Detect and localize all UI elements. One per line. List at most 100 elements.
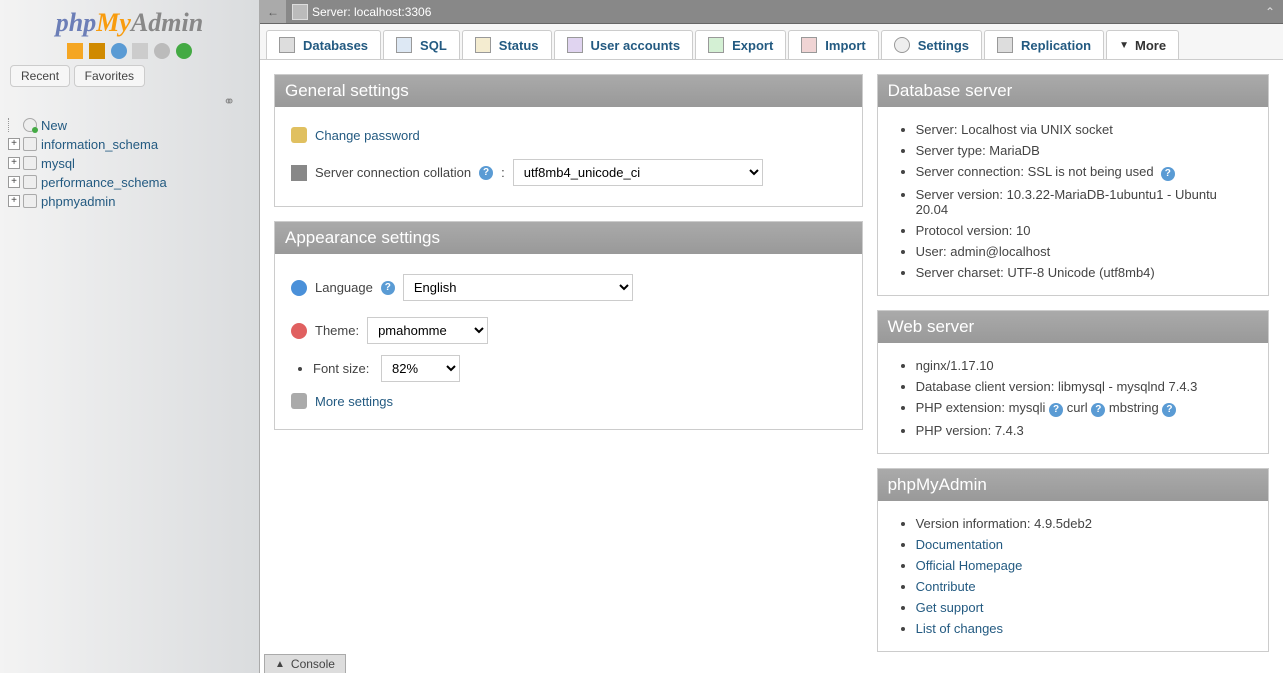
replication-icon [997,37,1013,53]
back-button[interactable]: ← [260,0,286,23]
panel-database-server: Database server Server: Localhost via UN… [877,74,1269,296]
sidebar-tabs: Recent Favorites [0,65,259,87]
database-icon [23,137,37,151]
logo[interactable]: phpMyAdmin [0,8,259,38]
support-link[interactable]: Get support [916,600,984,615]
more-settings-link[interactable]: More settings [315,394,393,409]
language-select[interactable]: English [403,274,633,301]
db-link[interactable]: mysql [41,156,75,171]
info-item: Database client version: libmysql - mysq… [916,376,1252,397]
help-icon[interactable]: ? [479,166,493,180]
wrench-icon [291,393,307,409]
new-link[interactable]: New [41,118,67,133]
database-icon [23,194,37,208]
help-icon[interactable]: ? [1161,167,1175,181]
breadcrumb-server[interactable]: Server: localhost:3306 [312,5,431,19]
key-icon [291,127,307,143]
change-password-link[interactable]: Change password [315,128,420,143]
chevron-up-icon: ▲ [275,659,285,670]
logo-php: php [56,8,96,37]
documentation-link[interactable]: Documentation [916,537,1003,552]
gear-icon [894,37,910,53]
info-item: Version information: 4.9.5deb2 [916,513,1252,534]
tab-import[interactable]: Import [788,30,878,59]
info-item: Server charset: UTF-8 Unicode (utf8mb4) [916,262,1252,283]
tree-item[interactable]: + mysql [6,154,259,173]
new-db-icon [23,118,37,132]
chevron-down-icon: ▼ [1119,40,1129,51]
panel-heading: Appearance settings [275,222,862,254]
info-item: PHP version: 7.4.3 [916,420,1252,441]
logo-admin: Admin [131,8,203,37]
help-icon[interactable]: ? [1162,403,1176,417]
panel-heading: General settings [275,75,862,107]
tab-export[interactable]: Export [695,30,786,59]
theme-select[interactable]: pmahomme [367,317,488,344]
panel-appearance-settings: Appearance settings Language ? English T… [274,221,863,430]
theme-icon [291,323,307,339]
panel-general-settings: General settings Change password Server … [274,74,863,207]
panel-heading: Web server [878,311,1268,343]
panel-heading: Database server [878,75,1268,107]
recent-tab[interactable]: Recent [10,65,70,87]
db-link[interactable]: information_schema [41,137,158,152]
tree-item[interactable]: + performance_schema [6,173,259,192]
link-icon[interactable]: ⚭ [223,93,235,109]
collation-select[interactable]: utf8mb4_unicode_ci [513,159,763,186]
tab-replication[interactable]: Replication [984,30,1104,59]
tab-sql[interactable]: SQL [383,30,460,59]
tab-status[interactable]: Status [462,30,552,59]
sidebar-iconbar [0,42,259,59]
main: ← Server: localhost:3306 ⌃ Databases SQL… [260,0,1283,673]
logout-icon[interactable] [89,43,105,59]
sql-icon [396,37,412,53]
collapse-icon[interactable]: ⌃ [1257,5,1283,19]
tab-settings[interactable]: Settings [881,30,982,59]
export-icon [708,37,724,53]
info-item: Server connection: SSL is not being used… [916,161,1252,184]
panel-phpmyadmin: phpMyAdmin Version information: 4.9.5deb… [877,468,1269,652]
content: General settings Change password Server … [260,60,1283,673]
collation-icon [291,165,307,181]
contribute-link[interactable]: Contribute [916,579,976,594]
tab-more[interactable]: ▼More [1106,30,1179,59]
changes-link[interactable]: List of changes [916,621,1003,636]
tree-item[interactable]: + information_schema [6,135,259,154]
home-icon[interactable] [67,43,83,59]
database-icon [23,156,37,170]
console-label: Console [291,657,335,671]
databases-icon [279,37,295,53]
help-icon[interactable] [111,43,127,59]
console-toggle[interactable]: ▲ Console [264,654,346,673]
db-tree: New + information_schema + mysql + perfo… [0,116,259,211]
collation-label: Server connection collation [315,165,471,180]
reload-icon[interactable] [176,43,192,59]
logo-my: My [96,8,131,37]
tree-new[interactable]: New [6,116,259,135]
info-item: PHP extension: mysqli ? curl ? mbstring … [916,397,1252,420]
fontsize-select[interactable]: 82% [381,355,460,382]
help-icon[interactable]: ? [1049,403,1063,417]
sidebar: phpMyAdmin Recent Favorites ⚭ New + info… [0,0,260,673]
database-icon [23,175,37,189]
tree-item[interactable]: + phpmyadmin [6,192,259,211]
db-link[interactable]: performance_schema [41,175,167,190]
info-item: nginx/1.17.10 [916,355,1252,376]
expand-icon[interactable]: + [8,157,20,169]
help-icon[interactable]: ? [1091,403,1105,417]
info-item: Server type: MariaDB [916,140,1252,161]
expand-icon[interactable]: + [8,138,20,150]
language-label: Language [315,280,373,295]
settings-icon[interactable] [154,43,170,59]
db-link[interactable]: phpmyadmin [41,194,115,209]
help-icon[interactable]: ? [381,281,395,295]
expand-icon[interactable]: + [8,176,20,188]
info-item: Server: Localhost via UNIX socket [916,119,1252,140]
docs-icon[interactable] [132,43,148,59]
homepage-link[interactable]: Official Homepage [916,558,1023,573]
expand-icon[interactable]: + [8,195,20,207]
tab-databases[interactable]: Databases [266,30,381,59]
tab-user-accounts[interactable]: User accounts [554,30,694,59]
panel-heading: phpMyAdmin [878,469,1268,501]
favorites-tab[interactable]: Favorites [74,65,145,87]
